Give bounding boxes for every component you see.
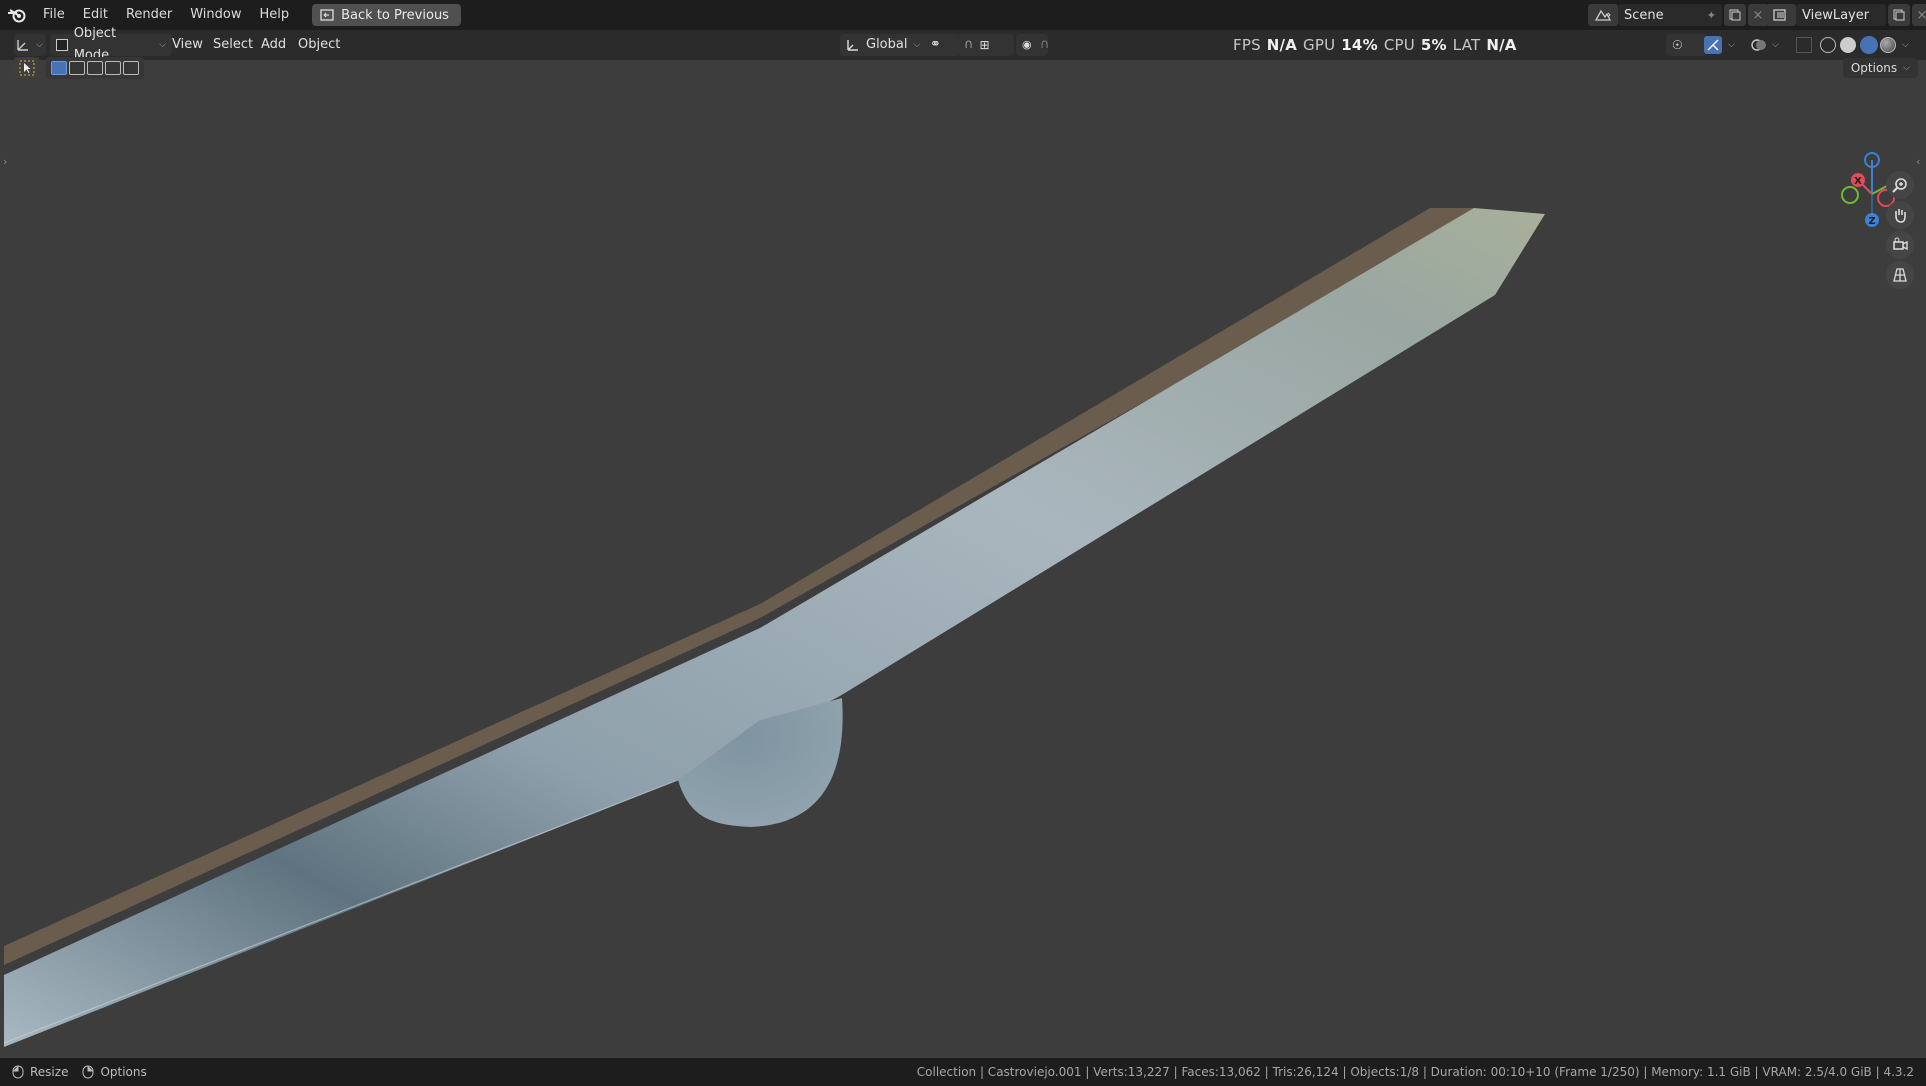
gizmo-icon xyxy=(1707,39,1719,51)
back-to-previous-button[interactable]: Back to Previous xyxy=(312,4,461,26)
new-view-layer-icon[interactable] xyxy=(1888,4,1910,26)
perspective-grid-icon[interactable] xyxy=(1886,261,1914,289)
snap-target-icon: ⊞ xyxy=(979,38,990,52)
cursor-arrow-icon xyxy=(19,60,35,76)
select-tool-button[interactable] xyxy=(14,57,40,79)
gpu-label: GPU xyxy=(1303,36,1336,54)
mouse-left-icon xyxy=(12,1065,24,1079)
chevron-down-icon[interactable]: ⌵ xyxy=(1902,34,1909,56)
gizmo-neg-y-handle xyxy=(1841,186,1859,204)
overlays-toggle[interactable] xyxy=(1750,36,1768,54)
scene-name: Scene xyxy=(1624,7,1664,23)
mouse-right-icon xyxy=(82,1065,94,1079)
view-layer-name-field[interactable]: ViewLayer xyxy=(1796,4,1886,26)
top-menu-bar: File Edit Render Window Help Back to Pre… xyxy=(0,0,1926,30)
scene-statistics: Collection | Castroviejo.001 | Verts:13,… xyxy=(916,1065,1914,1079)
object-mode-icon xyxy=(56,39,68,51)
select-new-icon[interactable] xyxy=(51,61,67,75)
scene-name-field[interactable]: Scene ✦ xyxy=(1618,4,1722,26)
snapping-dropdown[interactable]: ∩ ⊞ xyxy=(958,34,1014,56)
gizmo-x-label: X xyxy=(1854,176,1862,187)
falloff-icon[interactable]: ∩ xyxy=(1040,34,1050,56)
back-window-icon xyxy=(320,9,334,21)
global-axes-icon xyxy=(847,40,858,51)
menu-object[interactable]: Object xyxy=(298,34,340,56)
scalpel-blade-model[interactable] xyxy=(0,60,1926,1058)
cpu-value: 5% xyxy=(1420,36,1447,54)
camera-view-icon[interactable] xyxy=(1886,231,1914,259)
chevron-down-icon: ⌵ xyxy=(36,40,43,50)
select-intersect-icon[interactable] xyxy=(123,61,139,75)
chevron-down-icon[interactable]: ⌵ xyxy=(1772,34,1779,56)
transform-orientation-dropdown[interactable]: Global ⌵ xyxy=(840,34,928,56)
menu-window[interactable]: Window xyxy=(181,0,250,30)
gpu-value: 14% xyxy=(1341,36,1378,54)
pivot-icon: ⚭ xyxy=(930,37,941,52)
viewport-header: ⌵ Object Mode ⌵ View Select Add Object G… xyxy=(0,26,1926,63)
menu-file[interactable]: File xyxy=(34,0,74,30)
status-bar: Resize Options Collection | Castroviejo.… xyxy=(0,1058,1926,1086)
left-panel-expand-arrow[interactable]: › xyxy=(3,155,11,169)
status-resize-label: Resize xyxy=(30,1065,69,1079)
axes-editor-icon xyxy=(17,40,28,51)
select-subtract-icon[interactable] xyxy=(87,61,103,75)
selection-mode-group[interactable] xyxy=(46,57,144,79)
editor-type-dropdown[interactable]: ⌵ xyxy=(14,34,46,56)
performance-stats: FPS N/A GPU 14% CPU 5% LAT N/A xyxy=(1233,36,1517,54)
wireframe-shading-icon[interactable] xyxy=(1820,37,1836,53)
material-preview-shading-icon[interactable] xyxy=(1860,36,1878,54)
menu-add[interactable]: Add xyxy=(261,34,286,56)
select-invert-icon[interactable] xyxy=(105,61,121,75)
overlays-icon xyxy=(1751,39,1766,51)
scene-icon[interactable] xyxy=(1588,4,1618,26)
menu-view[interactable]: View xyxy=(172,34,203,56)
proportional-editing-icon: ◉ xyxy=(1022,38,1032,51)
show-gizmo-toggle[interactable] xyxy=(1704,36,1722,54)
chevron-down-icon[interactable]: ⌵ xyxy=(1728,34,1735,56)
back-to-previous-label: Back to Previous xyxy=(341,7,449,23)
magnet-icon: ∩ xyxy=(964,37,974,52)
3d-viewport[interactable]: X Y Z › ‹ xyxy=(0,60,1926,1058)
menu-select[interactable]: Select xyxy=(213,34,253,56)
scene-selector[interactable]: Scene ✦ × xyxy=(1588,4,1768,26)
rendered-shading-icon[interactable] xyxy=(1880,37,1896,53)
xray-toggle-icon[interactable] xyxy=(1796,37,1812,53)
status-options-label: Options xyxy=(100,1065,147,1079)
options-dropdown[interactable]: Options ⌵ xyxy=(1842,58,1918,78)
pan-hand-icon[interactable] xyxy=(1886,201,1914,229)
visibility-dropdown[interactable]: ☉ xyxy=(1666,34,1706,56)
pivot-point-dropdown[interactable]: ⚭ xyxy=(924,34,960,56)
zoom-icon[interactable] xyxy=(1886,171,1914,199)
fps-value: N/A xyxy=(1266,36,1298,54)
eye-icon: ☉ xyxy=(1672,38,1683,52)
chevron-down-icon: ⌵ xyxy=(913,40,921,50)
delete-view-layer-icon[interactable]: × xyxy=(1912,4,1926,26)
lat-value: N/A xyxy=(1486,36,1517,54)
pin-icon[interactable]: ✦ xyxy=(1707,9,1716,22)
view-layer-icon[interactable] xyxy=(1766,4,1796,26)
menu-help[interactable]: Help xyxy=(251,0,299,30)
fps-label: FPS xyxy=(1233,36,1261,54)
chevron-down-icon: ⌵ xyxy=(159,40,166,50)
cpu-label: CPU xyxy=(1383,36,1415,54)
gizmo-z-label: Z xyxy=(1868,216,1875,227)
right-panel-expand-arrow[interactable]: ‹ xyxy=(1916,155,1924,169)
solid-shading-icon[interactable] xyxy=(1840,37,1856,53)
orientation-label: Global xyxy=(866,37,908,52)
lat-label: LAT xyxy=(1452,36,1481,54)
object-mode-dropdown[interactable]: Object Mode ⌵ xyxy=(50,26,172,63)
options-label: Options xyxy=(1850,61,1898,75)
delete-scene-icon[interactable]: × xyxy=(1748,4,1768,26)
select-extend-icon[interactable] xyxy=(69,61,85,75)
chevron-down-icon: ⌵ xyxy=(1903,63,1910,73)
new-scene-icon[interactable] xyxy=(1724,4,1746,26)
blender-logo-icon[interactable] xyxy=(0,0,34,30)
view-layer-selector[interactable]: ViewLayer × xyxy=(1766,4,1926,26)
view-layer-name: ViewLayer xyxy=(1802,7,1870,23)
